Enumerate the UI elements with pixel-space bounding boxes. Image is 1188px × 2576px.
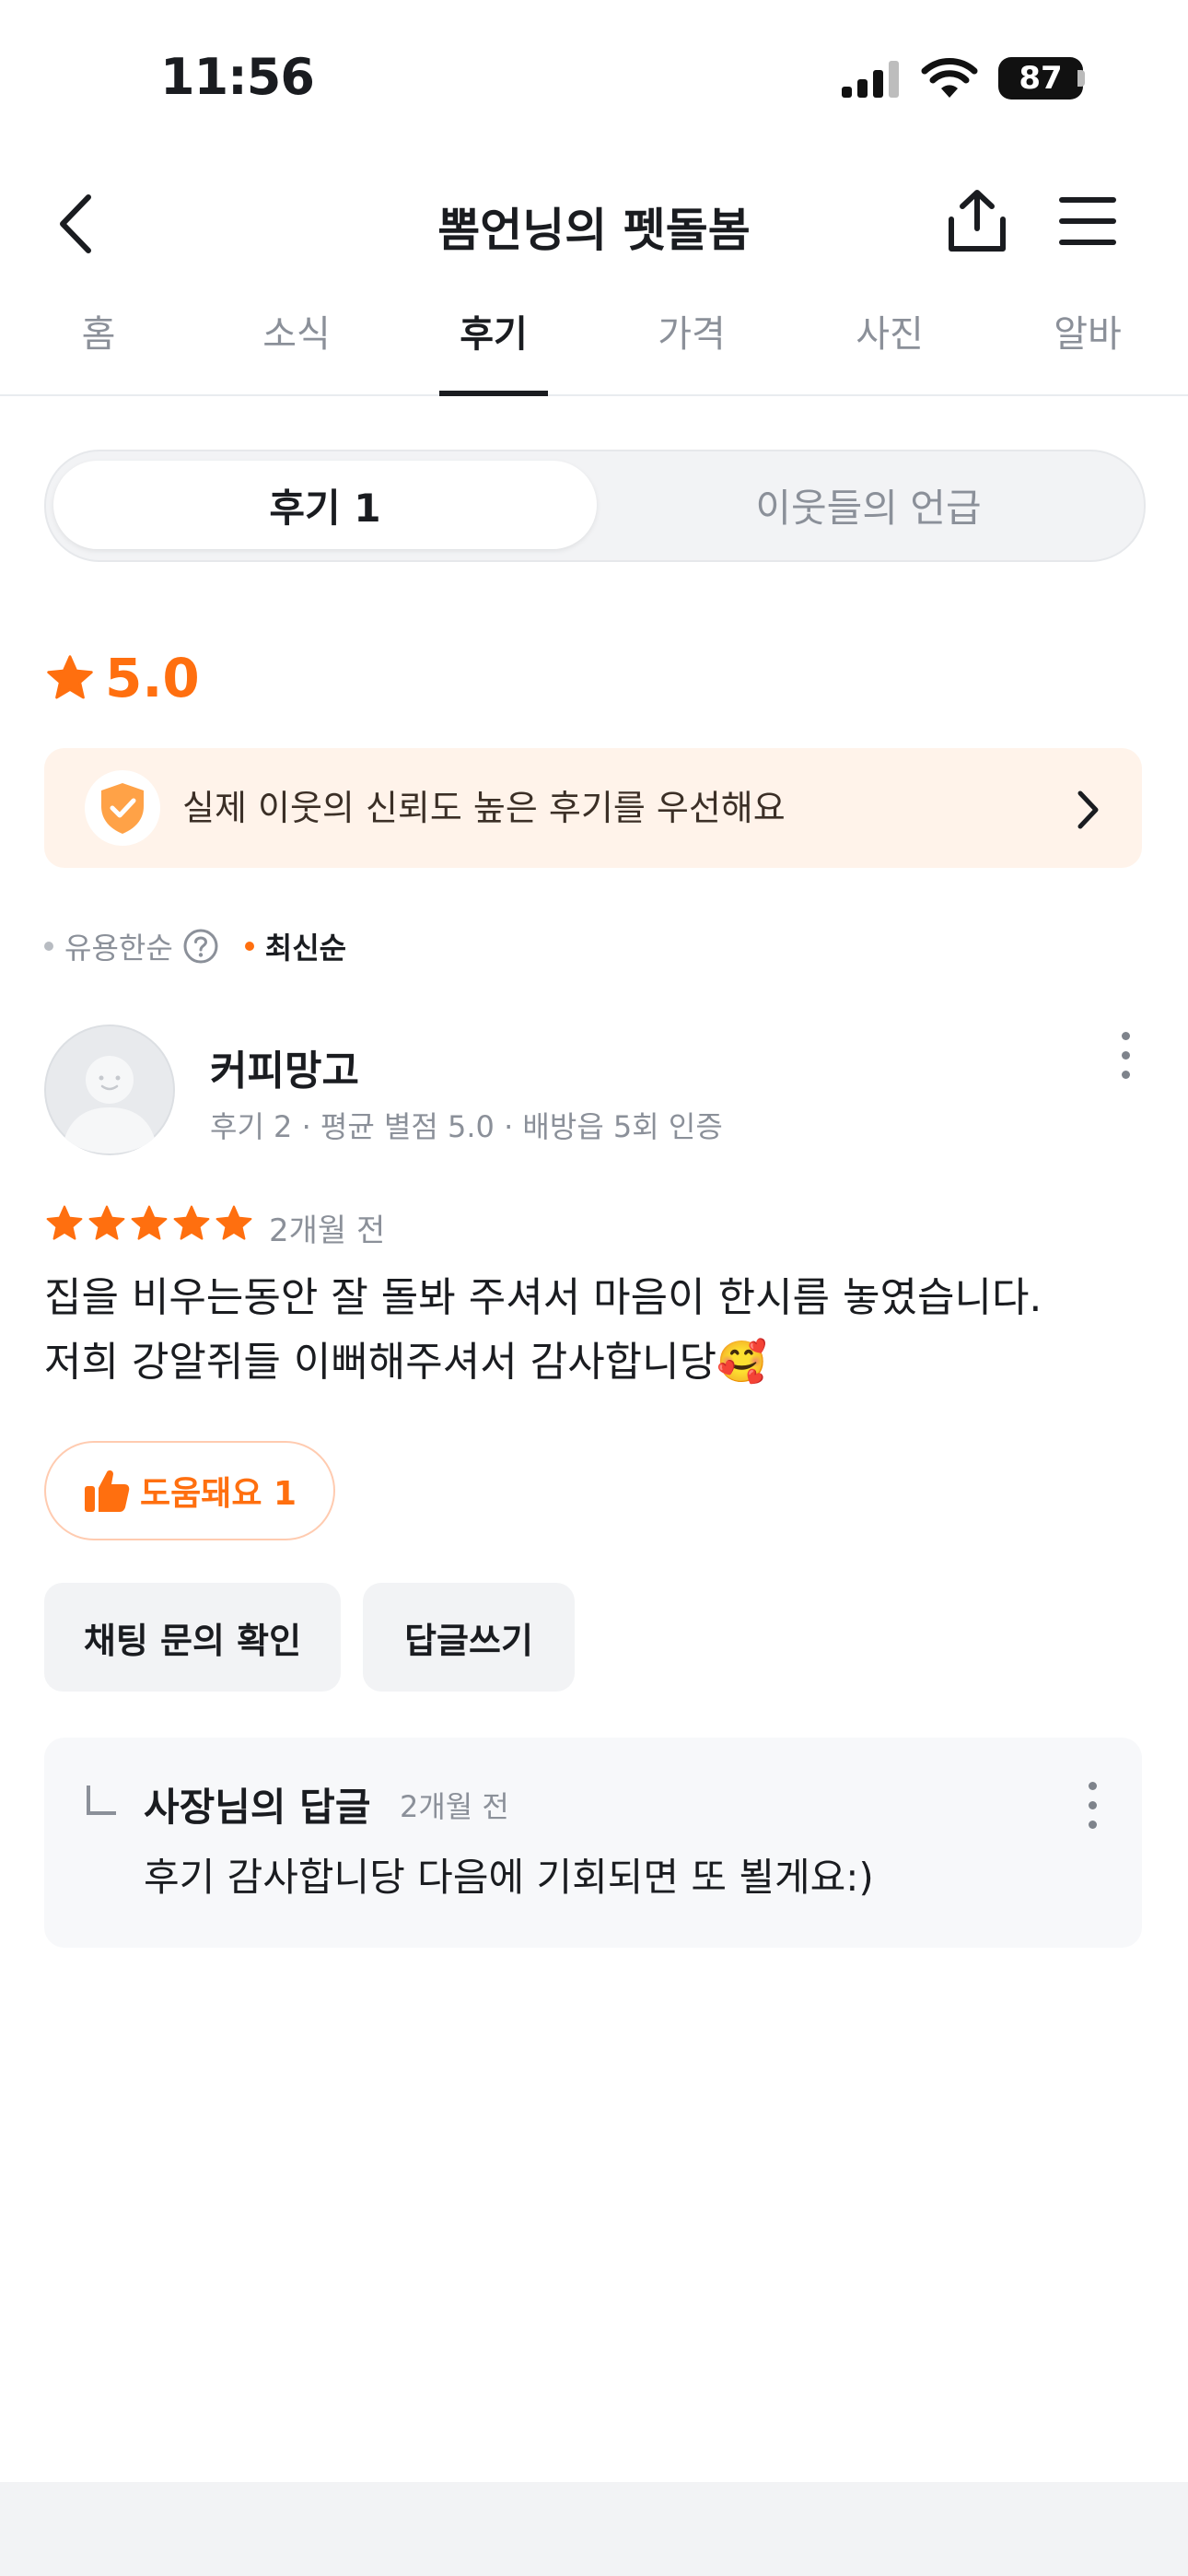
review-stars [44, 1203, 254, 1244]
cellular-signal-icon [842, 61, 899, 98]
segment-reviews[interactable]: 후기 1 [53, 461, 597, 549]
thumbs-up-icon [84, 1469, 130, 1512]
tab-news[interactable]: 소식 [214, 304, 379, 365]
sort-helpful-label: 유용한순 [64, 931, 173, 966]
star-icon [215, 1205, 252, 1240]
reviewer-name[interactable]: 커피망고 [210, 1037, 359, 1096]
bottom-bar [0, 2482, 1188, 2576]
star-icon [47, 655, 93, 699]
sort-options: 유용한순 최신순 [44, 925, 346, 967]
tab-jobs[interactable]: 알바 [1005, 304, 1171, 365]
trusted-reviews-banner[interactable]: 실제 이웃의 신뢰도 높은 후기를 우선해요 [44, 748, 1142, 868]
owner-reply-date: 2개월 전 [400, 1789, 509, 1824]
sort-helpful[interactable]: 유용한순 [44, 925, 219, 967]
star-icon [173, 1205, 210, 1240]
star-icon [131, 1205, 168, 1240]
sort-dot-active [244, 942, 254, 951]
sort-latest[interactable]: 최신순 [244, 925, 347, 967]
helpful-label: 도움돼요 1 [139, 1475, 297, 1513]
write-reply-button[interactable]: 답글쓰기 [363, 1583, 575, 1692]
tab-price[interactable]: 가격 [609, 304, 775, 365]
segment-neighbor-mentions[interactable]: 이웃들의 언급 [597, 461, 1140, 549]
star-icon [88, 1205, 125, 1240]
battery-tip [1077, 70, 1085, 87]
default-avatar-icon [44, 1025, 175, 1155]
owner-reply-text: 후기 감사합니당 다음에 기회되면 또 뵐게요:) [144, 1855, 874, 1900]
menu-icon[interactable] [1057, 195, 1118, 247]
tab-bar: 홈 소식 후기 가격 사진 알바 [0, 304, 1188, 396]
review-date: 2개월 전 [269, 1212, 386, 1249]
review-segment-control: 후기 1 이웃들의 언급 [44, 450, 1146, 562]
owner-reply: 사장님의 답글 2개월 전 후기 감사합니당 다음에 기회되면 또 뵐게요:) [44, 1738, 1142, 1948]
tab-photos[interactable]: 사진 [807, 304, 973, 365]
helpful-button[interactable]: 도움돼요 1 [44, 1441, 335, 1540]
tab-home[interactable]: 홈 [16, 304, 181, 365]
review-text: 집을 비우는동안 잘 돌봐 주셔서 마음이 한시름 놓였습니다. 저희 강알쥐들… [44, 1266, 1131, 1395]
sort-latest-label: 최신순 [264, 931, 347, 966]
help-icon[interactable] [182, 928, 219, 965]
rating-value: 5.0 [105, 647, 200, 709]
review-text-line: 집을 비우는동안 잘 돌봐 주셔서 마음이 한시름 놓였습니다. [44, 1274, 1042, 1321]
review-text-line: 저희 강알쥐들 이뻐해주셔서 감사합니당🥰 [44, 1339, 767, 1386]
avatar[interactable] [44, 1025, 175, 1155]
owner-reply-title: 사장님의 답글 [144, 1785, 371, 1830]
status-time: 11:56 [160, 48, 315, 106]
shield-check-icon [101, 783, 144, 834]
chevron-right-icon [1077, 790, 1099, 829]
more-options-icon[interactable] [1122, 1032, 1130, 1079]
banner-text: 실제 이웃의 신뢰도 높은 후기를 우선해요 [182, 788, 786, 828]
reply-indent-icon [87, 1786, 116, 1815]
average-rating: 5.0 [44, 647, 200, 709]
star-icon [46, 1205, 83, 1240]
sort-dot [44, 942, 53, 951]
wifi-icon [921, 58, 978, 98]
shield-badge [85, 770, 160, 846]
active-tab-indicator [439, 391, 548, 396]
tab-reviews[interactable]: 후기 [411, 304, 577, 365]
page-title: 뽐언닝의 펫돌봄 [437, 204, 751, 257]
battery-indicator: 87 [998, 57, 1083, 100]
chat-inquiry-button[interactable]: 채팅 문의 확인 [44, 1583, 341, 1692]
share-icon[interactable] [947, 188, 1007, 254]
reply-more-options-icon[interactable] [1089, 1782, 1097, 1829]
reviewer-stats: 후기 2 · 평균 별점 5.0 · 배방읍 5회 인증 [210, 1109, 723, 1144]
